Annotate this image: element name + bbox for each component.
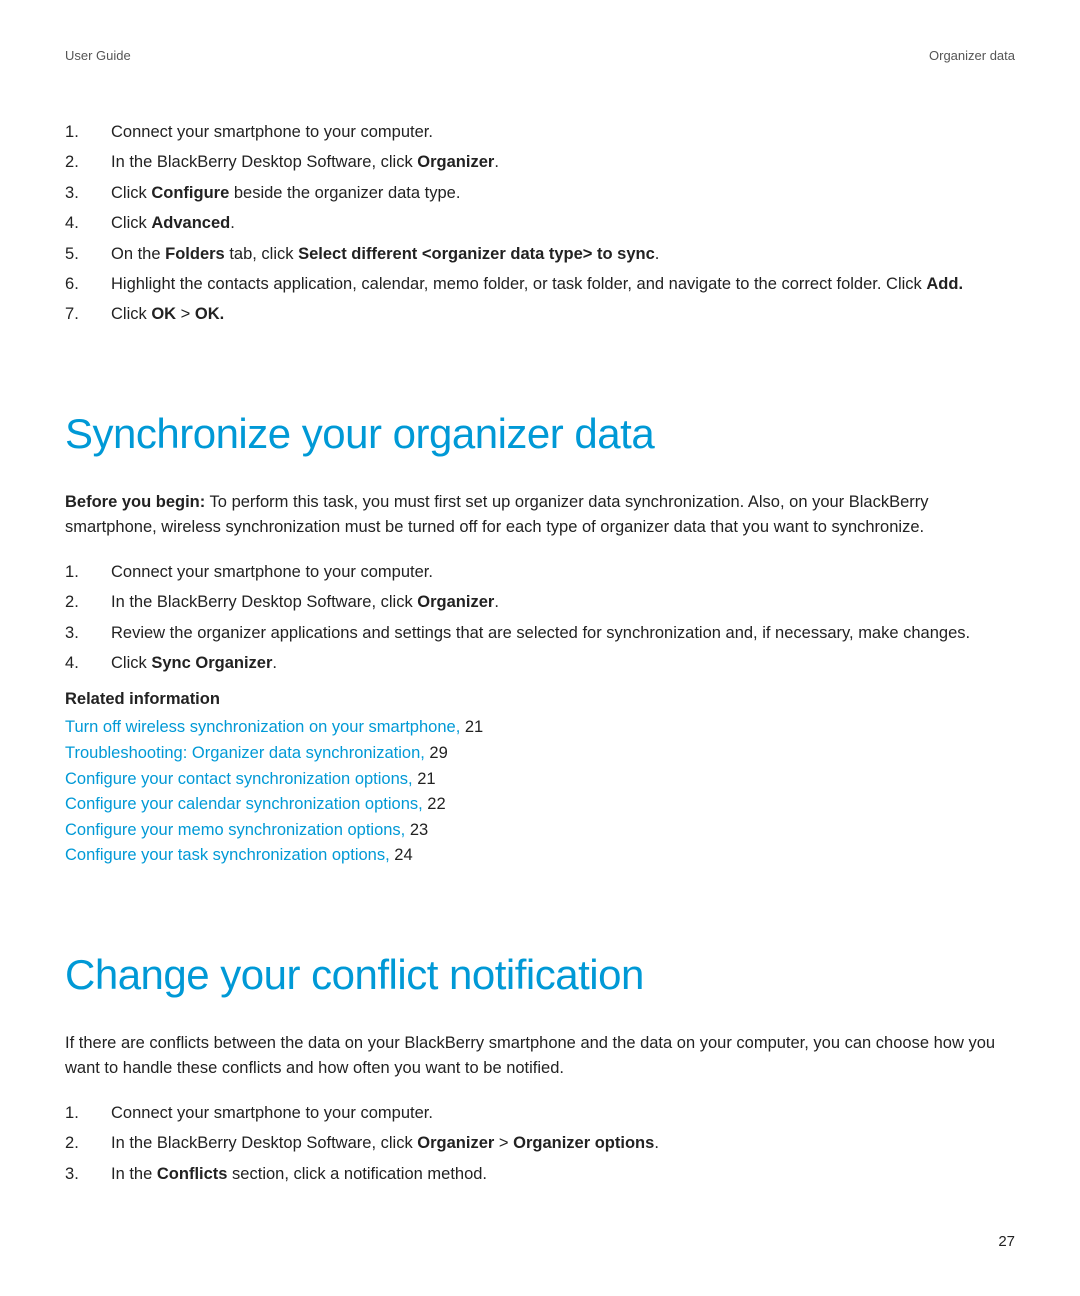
related-link[interactable]: Configure your memo synchronization opti…	[65, 821, 405, 839]
related-page: 29	[425, 744, 448, 762]
conflict-step-2: In the BlackBerry Desktop Software, clic…	[65, 1130, 1015, 1156]
step-text: Highlight the contacts application, cale…	[111, 275, 926, 293]
conflict-intro: If there are conflicts between the data …	[65, 1031, 1015, 1082]
bold-organizer: Organizer	[417, 1134, 494, 1152]
step-text: .	[272, 654, 277, 672]
related-link[interactable]: Configure your contact synchronization o…	[65, 770, 413, 788]
header-right: Organizer data	[929, 48, 1015, 63]
step-text: On the	[111, 245, 165, 263]
step-text: .	[494, 593, 499, 611]
step-text: section, click a notification method.	[227, 1165, 487, 1183]
bold-before-you-begin: Before you begin:	[65, 493, 205, 511]
related-page: 24	[390, 846, 413, 864]
header-left: User Guide	[65, 48, 131, 63]
conflict-step-1: Connect your smartphone to your computer…	[65, 1100, 1015, 1126]
related-link-row: Configure your calendar synchronization …	[65, 792, 1015, 818]
related-page: 21	[460, 718, 483, 736]
step-text: Click	[111, 214, 151, 232]
bold-configure: Configure	[151, 184, 229, 202]
related-link-row: Configure your task synchronization opti…	[65, 843, 1015, 869]
related-page: 21	[413, 770, 436, 788]
step-text: >	[494, 1134, 513, 1152]
top-steps-list: Connect your smartphone to your computer…	[65, 119, 1015, 328]
conflict-steps-list: Connect your smartphone to your computer…	[65, 1100, 1015, 1187]
bold-organizer: Organizer	[417, 153, 494, 171]
related-link-row: Troubleshooting: Organizer data synchron…	[65, 741, 1015, 767]
conflict-step-3: In the Conflicts section, click a notifi…	[65, 1161, 1015, 1187]
related-link-row: Turn off wireless synchronization on you…	[65, 715, 1015, 741]
step-text: .	[654, 1134, 659, 1152]
heading-synchronize: Synchronize your organizer data	[65, 410, 1015, 458]
sync-step-4: Click Sync Organizer.	[65, 650, 1015, 676]
bold-organizer: Organizer	[417, 593, 494, 611]
step-text: Click	[111, 184, 151, 202]
step-text: >	[176, 305, 195, 323]
step-7: Click OK > OK.	[65, 301, 1015, 327]
heading-conflict: Change your conflict notification	[65, 951, 1015, 999]
sync-intro: Before you begin: To perform this task, …	[65, 490, 1015, 541]
page-header: User Guide Organizer data	[65, 48, 1015, 63]
related-information-heading: Related information	[65, 690, 1015, 709]
bold-sync-organizer: Sync Organizer	[151, 654, 272, 672]
sync-step-2: In the BlackBerry Desktop Software, clic…	[65, 589, 1015, 615]
bold-ok2: OK.	[195, 305, 224, 323]
step-text: In the BlackBerry Desktop Software, clic…	[111, 153, 417, 171]
step-text: Click	[111, 654, 151, 672]
step-1: Connect your smartphone to your computer…	[65, 119, 1015, 145]
related-link-row: Configure your contact synchronization o…	[65, 767, 1015, 793]
related-link[interactable]: Configure your task synchronization opti…	[65, 846, 390, 864]
step-4: Click Advanced.	[65, 210, 1015, 236]
step-text: .	[230, 214, 235, 232]
bold-ok1: OK	[151, 305, 176, 323]
related-link[interactable]: Configure your calendar synchronization …	[65, 795, 423, 813]
related-link[interactable]: Turn off wireless synchronization on you…	[65, 718, 460, 736]
step-text: Review the organizer applications and se…	[111, 624, 970, 642]
bold-conflicts: Conflicts	[157, 1165, 228, 1183]
step-text: beside the organizer data type.	[229, 184, 460, 202]
sync-steps-list: Connect your smartphone to your computer…	[65, 559, 1015, 677]
step-5: On the Folders tab, click Select differe…	[65, 241, 1015, 267]
related-link[interactable]: Troubleshooting: Organizer data synchron…	[65, 744, 425, 762]
related-page: 23	[405, 821, 428, 839]
step-text: Connect your smartphone to your computer…	[111, 1104, 433, 1122]
step-text: Connect your smartphone to your computer…	[111, 563, 433, 581]
step-text: In the	[111, 1165, 157, 1183]
step-text: In the BlackBerry Desktop Software, clic…	[111, 593, 417, 611]
related-page: 22	[423, 795, 446, 813]
bold-advanced: Advanced	[151, 214, 230, 232]
step-text: Connect your smartphone to your computer…	[111, 123, 433, 141]
bold-add: Add.	[926, 275, 963, 293]
bold-folders: Folders	[165, 245, 225, 263]
bold-organizer-options: Organizer options	[513, 1134, 654, 1152]
step-text: tab, click	[225, 245, 298, 263]
step-3: Click Configure beside the organizer dat…	[65, 180, 1015, 206]
bold-select-different: Select different <organizer data type> t…	[298, 245, 655, 263]
page-number: 27	[998, 1233, 1015, 1250]
step-2: In the BlackBerry Desktop Software, clic…	[65, 149, 1015, 175]
related-links-list: Turn off wireless synchronization on you…	[65, 715, 1015, 868]
sync-step-3: Review the organizer applications and se…	[65, 620, 1015, 646]
step-6: Highlight the contacts application, cale…	[65, 271, 1015, 297]
step-text: .	[655, 245, 660, 263]
step-text: In the BlackBerry Desktop Software, clic…	[111, 1134, 417, 1152]
step-text: .	[494, 153, 499, 171]
step-text: Click	[111, 305, 151, 323]
related-link-row: Configure your memo synchronization opti…	[65, 818, 1015, 844]
sync-step-1: Connect your smartphone to your computer…	[65, 559, 1015, 585]
